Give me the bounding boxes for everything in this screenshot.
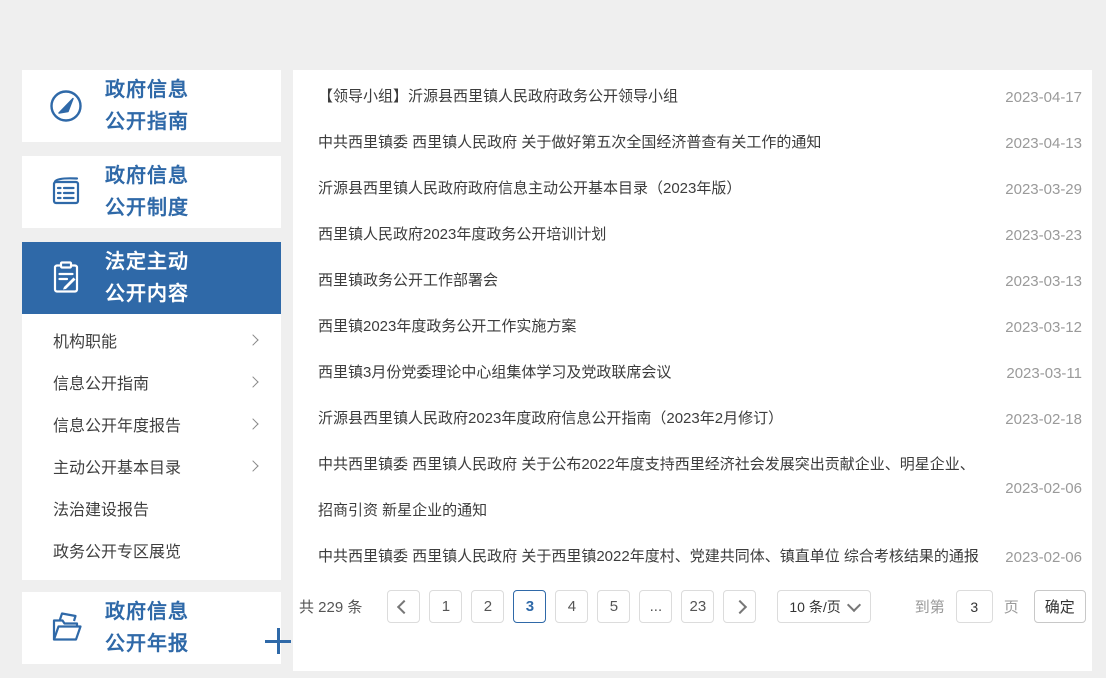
submenu-item[interactable]: 信息公开指南 (22, 361, 281, 403)
next-page-button[interactable] (723, 590, 756, 623)
sidebar-item-label: 法定主动 公开内容 (105, 246, 189, 310)
submenu-label: 主动公开基本目录 (53, 454, 181, 478)
goto-page-suffix: 页 (1004, 596, 1019, 617)
sidebar-item-annual-report[interactable]: 政府信息 公开年报 (22, 592, 281, 664)
page-button[interactable]: 5 (597, 590, 630, 623)
sidebar: 政府信息 公开指南 政府信息 公开制度 (22, 70, 281, 678)
submenu-label: 信息公开指南 (53, 370, 149, 394)
news-title[interactable]: 西里镇2023年度政务公开工作实施方案 (318, 304, 1005, 350)
submenu-item[interactable]: 政务公开专区展览 (22, 529, 281, 571)
news-title[interactable]: 沂源县西里镇人民政府2023年度政府信息公开指南（2023年2月修订） (318, 396, 1005, 442)
news-row: 中共西里镇委 西里镇人民政府 关于公布2022年度支持西里经济社会发展突出贡献企… (318, 442, 1082, 534)
news-date: 2023-02-06 (1005, 480, 1082, 497)
news-row: 西里镇3月份党委理论中心组集体学习及党政联席会议 2023-03-11 (318, 350, 1082, 396)
news-row: 【领导小组】沂源县西里镇人民政府政务公开领导小组 2023-04-17 (318, 74, 1082, 120)
news-title[interactable]: 西里镇3月份党委理论中心组集体学习及党政联席会议 (318, 350, 1006, 396)
goto-page-label: 到第 (915, 596, 945, 617)
chevron-right-icon (247, 334, 258, 345)
chevron-down-icon (847, 597, 861, 611)
sidebar-item-label: 政府信息 公开制度 (105, 160, 189, 224)
page-size-value: 10 条/页 (789, 597, 840, 617)
goto-page-input[interactable] (956, 590, 993, 623)
sidebar-item-gov-info-guide[interactable]: 政府信息 公开指南 (22, 70, 281, 142)
news-date: 2023-03-29 (1005, 181, 1082, 198)
chevron-right-icon (733, 599, 747, 613)
news-row: 中共西里镇委 西里镇人民政府 关于做好第五次全国经济普查有关工作的通知 2023… (318, 120, 1082, 166)
chevron-right-icon (247, 376, 258, 387)
news-title[interactable]: 中共西里镇委 西里镇人民政府 关于做好第五次全国经济普查有关工作的通知 (318, 120, 1005, 166)
news-title[interactable]: 【领导小组】沂源县西里镇人民政府政务公开领导小组 (318, 74, 1005, 120)
submenu-item[interactable]: 机构职能 (22, 319, 281, 361)
news-row: 西里镇政务公开工作部署会 2023-03-13 (318, 258, 1082, 304)
news-title[interactable]: 西里镇政务公开工作部署会 (318, 258, 1005, 304)
pagination: 共 229 条 12345...23 10 条/页 到第 页 确定 (293, 590, 1092, 623)
news-date: 2023-03-23 (1005, 227, 1082, 244)
page-button[interactable]: 23 (681, 590, 714, 623)
news-date: 2023-04-17 (1005, 89, 1082, 106)
sidebar-item-label: 政府信息 公开年报 (105, 596, 189, 660)
compass-icon (45, 86, 87, 126)
news-title[interactable]: 沂源县西里镇人民政府政府信息主动公开基本目录（2023年版） (318, 166, 1005, 212)
ledger-icon (45, 172, 87, 212)
pagination-ellipsis[interactable]: ... (639, 590, 672, 623)
chevron-left-icon (397, 599, 411, 613)
submenu-label: 法治建设报告 (53, 496, 149, 520)
submenu-label: 信息公开年度报告 (53, 412, 181, 436)
sidebar-submenu: 机构职能 信息公开指南 信息公开年度报告 主动公开基本目录 法治建设报告 政务公… (22, 314, 281, 580)
chevron-right-icon (247, 418, 258, 429)
folder-documents-icon (45, 608, 87, 648)
page-buttons: 12345...23 (429, 590, 723, 623)
page-button[interactable]: 4 (555, 590, 588, 623)
submenu-label: 政务公开专区展览 (53, 538, 181, 562)
news-date: 2023-03-13 (1005, 273, 1082, 290)
submenu-item[interactable]: 主动公开基本目录 (22, 445, 281, 487)
total-count: 共 229 条 (299, 596, 362, 617)
sidebar-item-statutory-disclosure[interactable]: 法定主动 公开内容 (22, 242, 281, 314)
news-date: 2023-02-06 (1005, 549, 1082, 566)
sidebar-item-label: 政府信息 公开指南 (105, 74, 189, 138)
submenu-item[interactable]: 法治建设报告 (22, 487, 281, 529)
page-size-select[interactable]: 10 条/页 (777, 590, 870, 623)
content-panel: 【领导小组】沂源县西里镇人民政府政务公开领导小组 2023-04-17 中共西里… (293, 70, 1092, 671)
chevron-right-icon (247, 460, 258, 471)
news-row: 中共西里镇委 西里镇人民政府 关于西里镇2022年度村、党建共同体、镇直单位 综… (318, 534, 1082, 580)
news-title[interactable]: 中共西里镇委 西里镇人民政府 关于西里镇2022年度村、党建共同体、镇直单位 综… (318, 534, 1005, 580)
page: 政府信息 公开指南 政府信息 公开制度 (0, 0, 1106, 671)
news-date: 2023-03-11 (1006, 365, 1082, 382)
page-button[interactable]: 3 (513, 590, 546, 623)
goto-page: 到第 页 确定 (915, 590, 1086, 623)
submenu-item[interactable]: 信息公开年度报告 (22, 403, 281, 445)
page-button[interactable]: 1 (429, 590, 462, 623)
clipboard-pen-icon (45, 258, 87, 298)
news-row: 沂源县西里镇人民政府政府信息主动公开基本目录（2023年版） 2023-03-2… (318, 166, 1082, 212)
news-date: 2023-04-13 (1005, 135, 1082, 152)
news-row: 沂源县西里镇人民政府2023年度政府信息公开指南（2023年2月修订） 2023… (318, 396, 1082, 442)
prev-page-button[interactable] (387, 590, 420, 623)
news-title[interactable]: 中共西里镇委 西里镇人民政府 关于公布2022年度支持西里经济社会发展突出贡献企… (318, 442, 1005, 534)
page-button[interactable]: 2 (471, 590, 504, 623)
news-list: 【领导小组】沂源县西里镇人民政府政务公开领导小组 2023-04-17 中共西里… (293, 70, 1092, 580)
news-row: 西里镇人民政府2023年度政务公开培训计划 2023-03-23 (318, 212, 1082, 258)
news-row: 西里镇2023年度政务公开工作实施方案 2023-03-12 (318, 304, 1082, 350)
news-date: 2023-02-18 (1005, 411, 1082, 428)
submenu-label: 机构职能 (53, 328, 117, 352)
news-title[interactable]: 西里镇人民政府2023年度政务公开培训计划 (318, 212, 1005, 258)
sidebar-item-gov-info-system[interactable]: 政府信息 公开制度 (22, 156, 281, 228)
confirm-button[interactable]: 确定 (1034, 590, 1086, 623)
news-date: 2023-03-12 (1005, 319, 1082, 336)
